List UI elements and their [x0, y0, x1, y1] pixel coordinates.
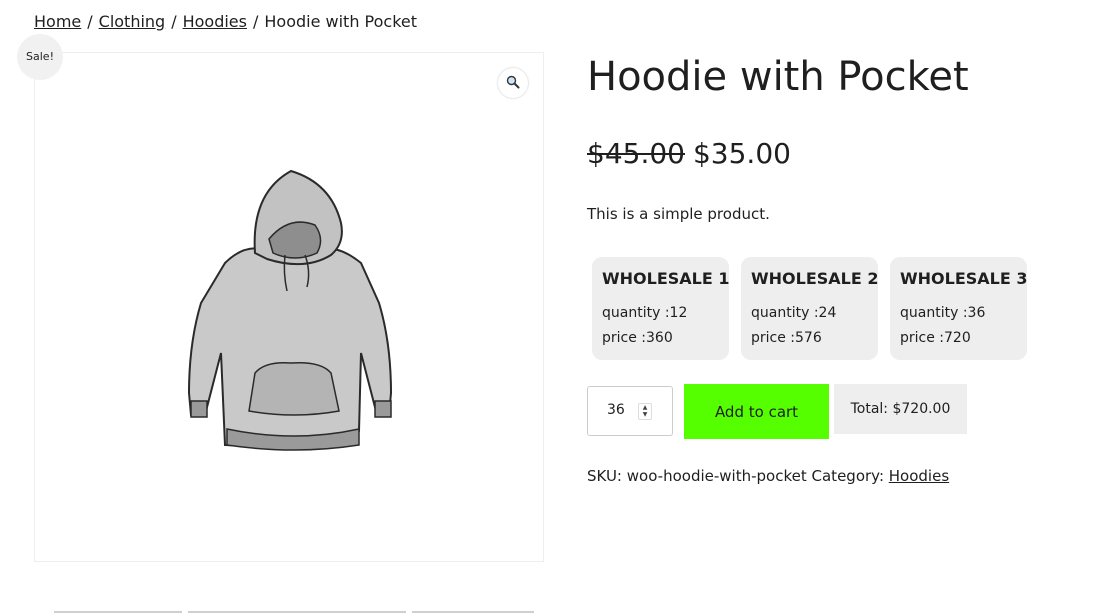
wholesale-card[interactable]: WHOLESALE 1 quantity :12 price :360: [592, 257, 730, 360]
breadcrumb: Home / Clothing / Hoodies / Hoodie with Pocket: [34, 12, 417, 32]
product-meta: SKU: woo-hoodie-with-pocket Category: Ho…: [587, 466, 949, 486]
breadcrumb-current: Hoodie with Pocket: [264, 12, 418, 31]
wholesale-tiers: WHOLESALE 1 quantity :12 price :360 WHOL…: [592, 257, 1028, 360]
product-price: $45.00 $35.00: [587, 137, 791, 171]
breadcrumb-separator: /: [171, 12, 177, 31]
wholesale-price: price :360: [602, 330, 673, 346]
zoom-button[interactable]: [498, 68, 528, 98]
magnifier-icon: [506, 74, 520, 93]
sku-label: SKU:: [587, 467, 622, 485]
breadcrumb-hoodies-link[interactable]: Hoodies: [183, 12, 247, 31]
thumbnail[interactable]: [412, 611, 534, 613]
sale-badge: Sale!: [17, 34, 63, 80]
wholesale-title: WHOLESALE 1: [602, 269, 730, 288]
quantity-value[interactable]: 36: [607, 402, 625, 418]
product-page: Home / Clothing / Hoodies / Hoodie with Pocket: [0, 0, 1093, 614]
wholesale-title: WHOLESALE 3: [900, 269, 1028, 288]
quantity-stepper[interactable]: 36 ▲ ▼: [587, 386, 673, 436]
wholesale-card[interactable]: WHOLESALE 3 quantity :36 price :720: [890, 257, 1028, 360]
wholesale-title: WHOLESALE 2: [751, 269, 879, 288]
wholesale-price: price :576: [751, 330, 822, 346]
short-description: This is a simple product.: [587, 205, 770, 223]
wholesale-quantity: quantity :36: [900, 305, 986, 321]
product-gallery[interactable]: [34, 52, 544, 562]
sku-value: woo-hoodie-with-pocket: [626, 467, 807, 485]
breadcrumb-home-link[interactable]: Home: [34, 12, 81, 31]
category-label: Category:: [811, 467, 884, 485]
sale-price: $35.00: [692, 137, 791, 170]
hoodie-image: [187, 169, 393, 451]
wholesale-quantity: quantity :24: [751, 305, 837, 321]
thumbnail[interactable]: [54, 611, 182, 613]
add-to-cart-button[interactable]: Add to cart: [684, 384, 829, 439]
breadcrumb-separator: /: [87, 12, 93, 31]
breadcrumb-separator: /: [252, 12, 259, 31]
old-price: $45.00: [587, 137, 685, 170]
breadcrumb-clothing-link[interactable]: Clothing: [99, 12, 166, 31]
thumbnail[interactable]: [188, 611, 406, 613]
wholesale-price: price :720: [900, 330, 971, 346]
wholesale-quantity: quantity :12: [602, 305, 688, 321]
spinner-arrows-icon[interactable]: ▲ ▼: [638, 403, 652, 420]
total-price: Total: $720.00: [834, 384, 967, 434]
category-link[interactable]: Hoodies: [889, 467, 949, 485]
wholesale-card[interactable]: WHOLESALE 2 quantity :24 price :576: [741, 257, 879, 360]
product-title: Hoodie with Pocket: [587, 54, 969, 100]
